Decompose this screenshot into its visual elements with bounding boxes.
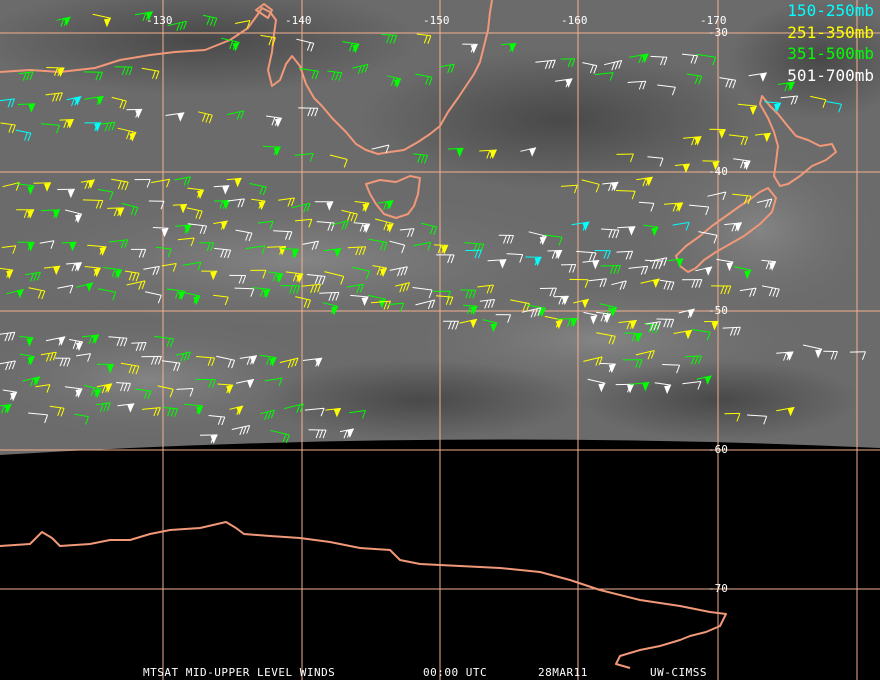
latitude-label: -70 xyxy=(708,582,728,595)
longitude-label: -170 xyxy=(700,14,727,27)
latitude-label: -30 xyxy=(708,26,728,39)
legend-entry-150-250mb: 150-250mb xyxy=(787,1,874,20)
latitude-label: -60 xyxy=(708,443,728,456)
longitude-label: -130 xyxy=(146,14,173,27)
legend-entry-251-350mb: 251-350mb xyxy=(787,23,874,42)
longitude-label: -140 xyxy=(285,14,312,27)
longitude-label: -160 xyxy=(561,14,588,27)
credit-label: UW-CIMSS xyxy=(650,666,707,679)
antarctica-coastline xyxy=(0,521,727,669)
longitude-label: -150 xyxy=(423,14,450,27)
valid-time: 00:00 UTC xyxy=(423,666,488,679)
product-title: MTSAT MID-UPPER LEVEL WINDS xyxy=(143,666,336,679)
legend-entry-501-700mb: 501-700mb xyxy=(787,66,874,85)
legend-entry-351-500mb: 351-500mb xyxy=(787,44,874,63)
valid-date: 28MAR11 xyxy=(538,666,588,679)
latitude-label: -40 xyxy=(708,165,728,178)
map-canvas xyxy=(0,0,880,680)
map-viewport: 150-250mb 251-350mb 351-500mb 501-700mb … xyxy=(0,0,880,680)
latitude-label: -50 xyxy=(708,304,728,317)
